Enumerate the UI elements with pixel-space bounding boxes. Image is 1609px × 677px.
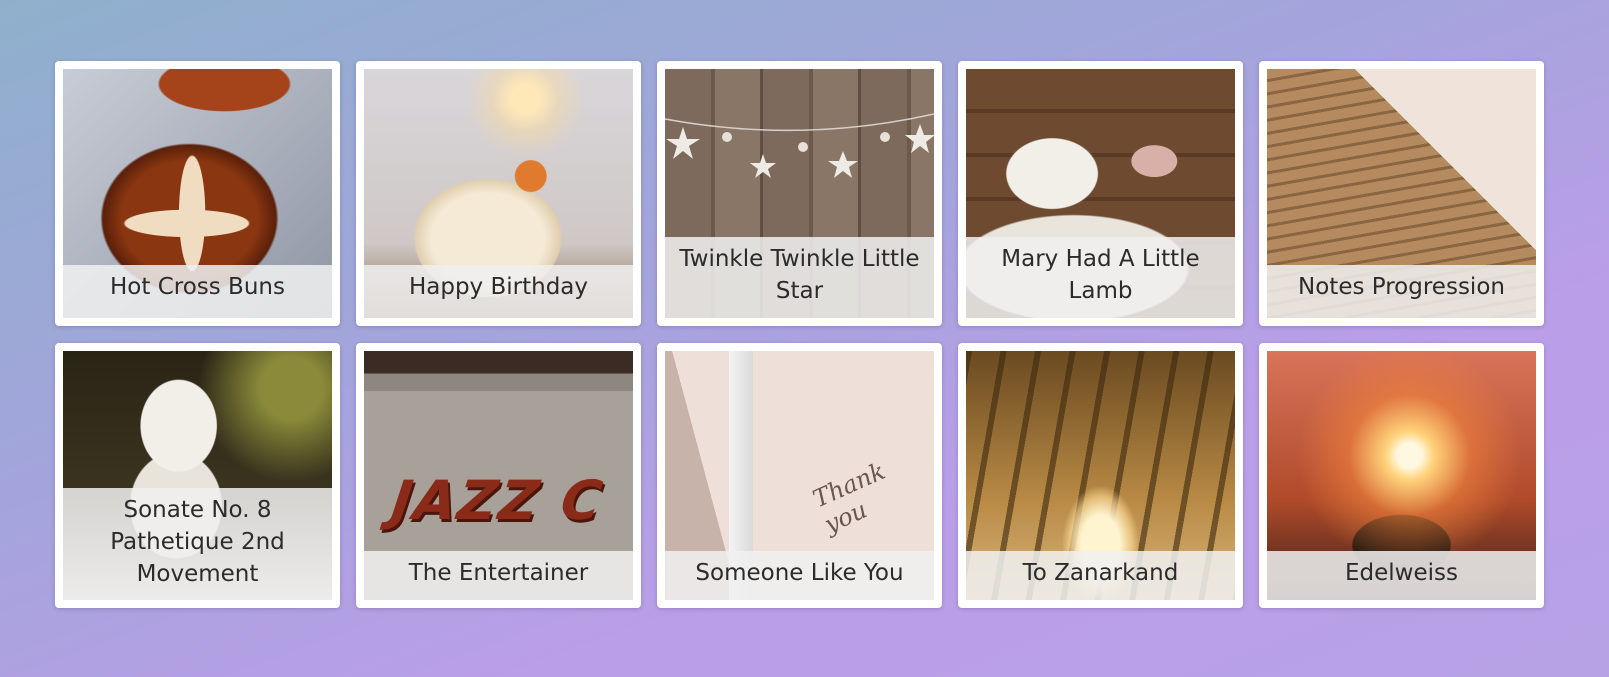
song-title: Edelweiss [1267,551,1536,600]
song-card-the-entertainer[interactable]: The Entertainer [356,343,641,608]
song-card-notes-progression[interactable]: Notes Progression [1259,61,1544,326]
song-title: Notes Progression [1267,265,1536,318]
song-card-sonate-no-8[interactable]: Sonate No. 8 Pathetique 2nd Movement [55,343,340,608]
song-thumbnail: Someone Like You [665,351,934,600]
song-thumbnail: To Zanarkand [966,351,1235,600]
song-card-someone-like-you[interactable]: Someone Like You [657,343,942,608]
song-thumbnail: Hot Cross Buns [63,69,332,318]
song-card-mary-had-a-little-lamb[interactable]: Mary Had A Little Lamb [958,61,1243,326]
song-title: To Zanarkand [966,551,1235,600]
star-garland-icon [665,113,934,178]
song-title: Twinkle Twinkle Little Star [665,237,934,318]
song-title: Mary Had A Little Lamb [966,237,1235,318]
song-title: Sonate No. 8 Pathetique 2nd Movement [63,488,332,600]
song-thumbnail: Sonate No. 8 Pathetique 2nd Movement [63,351,332,600]
song-card-to-zanarkand[interactable]: To Zanarkand [958,343,1243,608]
song-thumbnail: The Entertainer [364,351,633,600]
song-card-twinkle-twinkle[interactable]: Twinkle Twinkle Little Star [657,61,942,326]
song-title: The Entertainer [364,551,633,600]
song-card-edelweiss[interactable]: Edelweiss [1259,343,1544,608]
song-grid: Hot Cross Buns Happy Birthday Twinkle Tw… [55,61,1544,608]
song-title: Someone Like You [665,551,934,600]
song-card-happy-birthday[interactable]: Happy Birthday [356,61,641,326]
song-card-hot-cross-buns[interactable]: Hot Cross Buns [55,61,340,326]
song-thumbnail: Happy Birthday [364,69,633,318]
song-thumbnail: Mary Had A Little Lamb [966,69,1235,318]
song-thumbnail: Notes Progression [1267,69,1536,318]
song-title: Happy Birthday [364,265,633,318]
song-thumbnail: Edelweiss [1267,351,1536,600]
song-thumbnail: Twinkle Twinkle Little Star [665,69,934,318]
song-title: Hot Cross Buns [63,265,332,318]
